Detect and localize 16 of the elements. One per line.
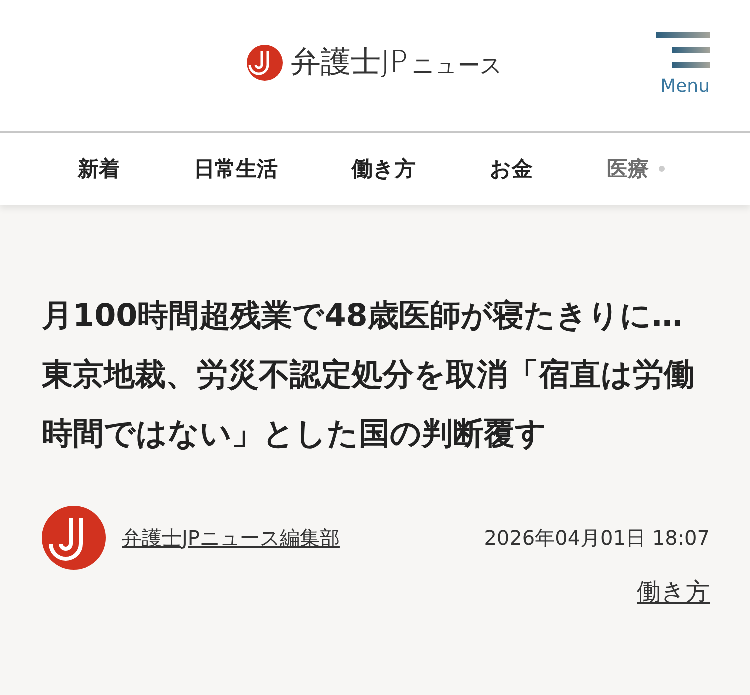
nav-tab[interactable]: 働き方 (352, 155, 416, 183)
logo-subtitle: ニュース (412, 52, 503, 80)
author-link[interactable]: 弁護士JPニュース編集部 (122, 524, 340, 552)
logo-text: 弁護士JP (291, 44, 408, 82)
logo-icon (247, 44, 284, 80)
menu-icon (656, 32, 710, 68)
author-logo-icon (42, 506, 106, 570)
nav-tab[interactable]: 医療 (607, 155, 649, 183)
publish-date: 2026年04月01日 18:07 (484, 524, 710, 552)
nav-tab[interactable]: 新着 (78, 155, 120, 183)
menu-button[interactable]: Menu (656, 32, 710, 97)
nav-tab[interactable]: 日常生活 (194, 155, 278, 183)
scroll-dot-icon (659, 166, 665, 172)
category-link[interactable]: 働き方 (637, 576, 710, 608)
article-title: 月100時間超残業で48歳医師が寝たきりに…東京地裁、労災不認定処分を取消「宿直は労働時間ではない」とした国の判断覆す (42, 297, 696, 454)
nav-tab[interactable]: お金 (490, 155, 533, 183)
